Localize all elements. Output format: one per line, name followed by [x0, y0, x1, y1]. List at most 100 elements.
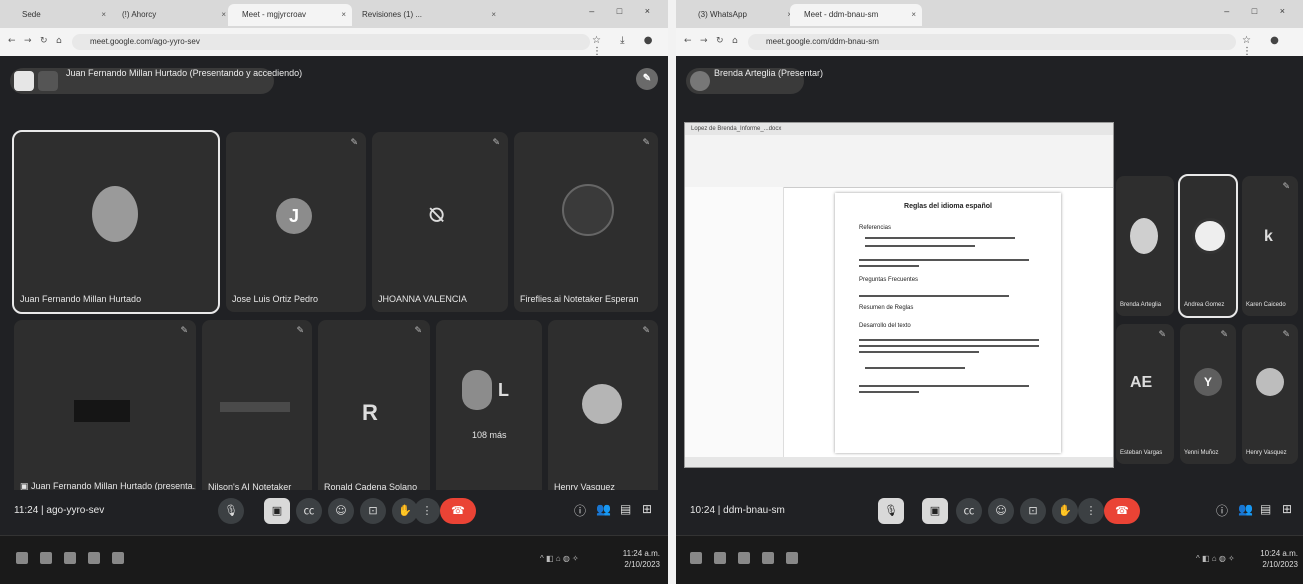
meet-stage: Juan Fernando Millan Hurtado (Presentand…: [0, 56, 668, 536]
windows-start-icon[interactable]: [16, 552, 28, 564]
forward-icon[interactable]: →: [24, 36, 32, 46]
close-icon[interactable]: ×: [341, 4, 346, 26]
search-icon[interactable]: [40, 552, 52, 564]
browser-tab[interactable]: (!) Ahorcy ×: [108, 4, 232, 26]
system-tray[interactable]: ^ ◧ ⌂ ◍ ✧: [540, 554, 579, 563]
camera-icon[interactable]: ▣: [922, 498, 948, 524]
participant-tile[interactable]: Andrea Gomez: [1178, 174, 1238, 318]
clock-time: 11:24 a.m.: [622, 549, 660, 558]
forward-icon[interactable]: →: [700, 36, 708, 46]
app-icon[interactable]: [88, 552, 100, 564]
meet-control-bar: 10:24 | ddm-bnau-sm 🎙 ▣ ㏄ ☺ ⊡ ✋ ⋮ ☎ ⓘ 👥 …: [676, 490, 1303, 536]
back-icon[interactable]: ←: [8, 36, 16, 46]
screen-icon[interactable]: [38, 71, 58, 91]
activities-icon[interactable]: ⊞: [642, 502, 652, 516]
home-icon[interactable]: ⌂: [732, 36, 738, 46]
mic-icon[interactable]: 🎙: [218, 498, 244, 524]
participant-tile[interactable]: Juan Fernando Millan Hurtado: [12, 130, 220, 314]
info-icon[interactable]: ⓘ: [1216, 502, 1228, 519]
present-icon[interactable]: ⊡: [1020, 498, 1046, 524]
participant-tile[interactable]: ✎ Henry Vasquez: [548, 320, 658, 500]
info-icon[interactable]: ⓘ: [574, 502, 586, 519]
browser-tab[interactable]: Sede ×: [8, 4, 112, 26]
mic-icon[interactable]: 🎙: [878, 498, 904, 524]
mic-off-icon: ✎: [492, 138, 500, 148]
activities-icon[interactable]: ⊞: [1282, 502, 1292, 516]
url-field[interactable]: meet.google.com/ago-yyro-sev: [72, 34, 590, 50]
url-field[interactable]: meet.google.com/ddm-bnau-sm: [748, 34, 1236, 50]
more-participants-tile[interactable]: L 108 más: [436, 320, 542, 500]
chat-icon[interactable]: ▤: [1260, 502, 1271, 516]
avatar: [1192, 218, 1228, 254]
layout-icon[interactable]: [14, 71, 34, 91]
participant-tile[interactable]: ✎ AE Esteban Vargas: [1116, 324, 1174, 464]
browser-tab-active[interactable]: Meet - mgjyrcroav ×: [228, 4, 352, 26]
more-options-icon[interactable]: ⋮: [414, 498, 440, 524]
toolbar-icons[interactable]: ☆ ⤓ ● ⋮: [592, 35, 668, 57]
end-call-button[interactable]: ☎: [440, 498, 476, 524]
emoji-icon[interactable]: ☺: [328, 498, 354, 524]
file-explorer-icon[interactable]: [738, 552, 750, 564]
clock-time: 10:24 a.m.: [1260, 549, 1298, 558]
close-icon[interactable]: ×: [491, 4, 496, 26]
participant-tile[interactable]: ✎ Nilson's AI Notetaker: [202, 320, 312, 500]
shared-screen-thumbnail: [74, 400, 130, 422]
window-controls[interactable]: – □ ×: [1224, 6, 1295, 16]
close-icon[interactable]: ×: [221, 4, 226, 26]
system-tray[interactable]: ^ ◧ ⌂ ◍ ✧: [1196, 554, 1235, 563]
pin-icon[interactable]: ✎: [180, 326, 188, 336]
participant-tile[interactable]: ✎ Henry Vasquez: [1242, 324, 1298, 464]
participant-tile[interactable]: ✎ k Karen Caicedo: [1242, 176, 1298, 316]
presenter-bar: Brenda Arteglia (Presentar): [686, 68, 823, 94]
participant-name: Jose Luis Ortiz Pedro: [232, 294, 319, 304]
tab-label: Meet - ddm-bnau-sm: [804, 10, 879, 19]
window-controls[interactable]: – □ ×: [589, 6, 660, 16]
captions-icon[interactable]: ㏄: [956, 498, 982, 524]
avatar: [92, 186, 138, 242]
back-icon[interactable]: ←: [684, 36, 692, 46]
browser-tab[interactable]: (3) WhatsApp×: [684, 4, 798, 26]
chrome-icon[interactable]: [112, 552, 124, 564]
reload-icon[interactable]: ↻: [40, 36, 48, 46]
avatar: [1256, 368, 1284, 396]
emoji-icon[interactable]: ☺: [988, 498, 1014, 524]
address-bar-row: ← → ↻ ⌂ meet.google.com/ddm-bnau-sm ☆ ● …: [676, 28, 1303, 57]
chat-icon[interactable]: ▤: [620, 502, 631, 516]
close-icon[interactable]: ×: [911, 4, 916, 26]
clock-date: 2/10/2023: [1262, 560, 1298, 569]
people-icon[interactable]: 👥: [1238, 502, 1253, 516]
more-options-icon[interactable]: ⋮: [1078, 498, 1104, 524]
people-icon[interactable]: 👥: [596, 502, 611, 516]
participant-tile[interactable]: ✎ Y Yenni Muñoz: [1180, 324, 1236, 464]
file-explorer-icon[interactable]: [64, 552, 76, 564]
avatar: Y: [1194, 368, 1222, 396]
present-icon[interactable]: ⊡: [360, 498, 386, 524]
clock: 10:24 a.m. 2/10/2023: [1250, 548, 1298, 570]
edit-icon[interactable]: ✎: [636, 68, 658, 90]
end-call-button[interactable]: ☎: [1104, 498, 1140, 524]
participant-tile[interactable]: Brenda Arteglia: [1116, 176, 1174, 316]
browser-tab-bar: Sede × (!) Ahorcy × Meet - mgjyrcroav × Rev…: [0, 0, 668, 28]
participant-tile[interactable]: ✎ ⍉ JHOANNA VALENCIA: [372, 132, 508, 312]
participant-tile[interactable]: ✎ ▣ Juan Fernando Millan Hurtado (presen…: [14, 320, 196, 500]
windows-start-icon[interactable]: [690, 552, 702, 564]
browser-tab[interactable]: Revisiones (1) ... ×: [348, 4, 502, 26]
raise-hand-icon[interactable]: ✋: [1052, 498, 1078, 524]
search-icon[interactable]: [714, 552, 726, 564]
participant-name: Yenni Muñoz: [1184, 450, 1219, 456]
close-icon[interactable]: ×: [101, 4, 106, 26]
chrome-icon[interactable]: [786, 552, 798, 564]
participant-tile[interactable]: ✎ J Jose Luis Ortiz Pedro: [226, 132, 366, 312]
address-bar-row: ← → ↻ ⌂ meet.google.com/ago-yyro-sev ☆ ⤓…: [0, 28, 668, 57]
toolbar-icons[interactable]: ☆ ● ⋮: [1242, 35, 1303, 57]
browser-tab-active[interactable]: Meet - ddm-bnau-sm ×: [790, 4, 922, 26]
home-icon[interactable]: ⌂: [56, 36, 62, 46]
participant-tile[interactable]: ✎ Fireflies.ai Notetaker Esperan: [514, 132, 658, 312]
participant-name: Henry Vasquez: [1246, 450, 1287, 456]
reload-icon[interactable]: ↻: [716, 36, 724, 46]
participant-tile[interactable]: ✎ R Ronald Cadena Solano: [318, 320, 430, 500]
presenter-bar: Juan Fernando Millan Hurtado (Presentand…: [10, 68, 302, 94]
app-icon[interactable]: [762, 552, 774, 564]
captions-icon[interactable]: ㏄: [296, 498, 322, 524]
camera-icon[interactable]: ▣: [264, 498, 290, 524]
